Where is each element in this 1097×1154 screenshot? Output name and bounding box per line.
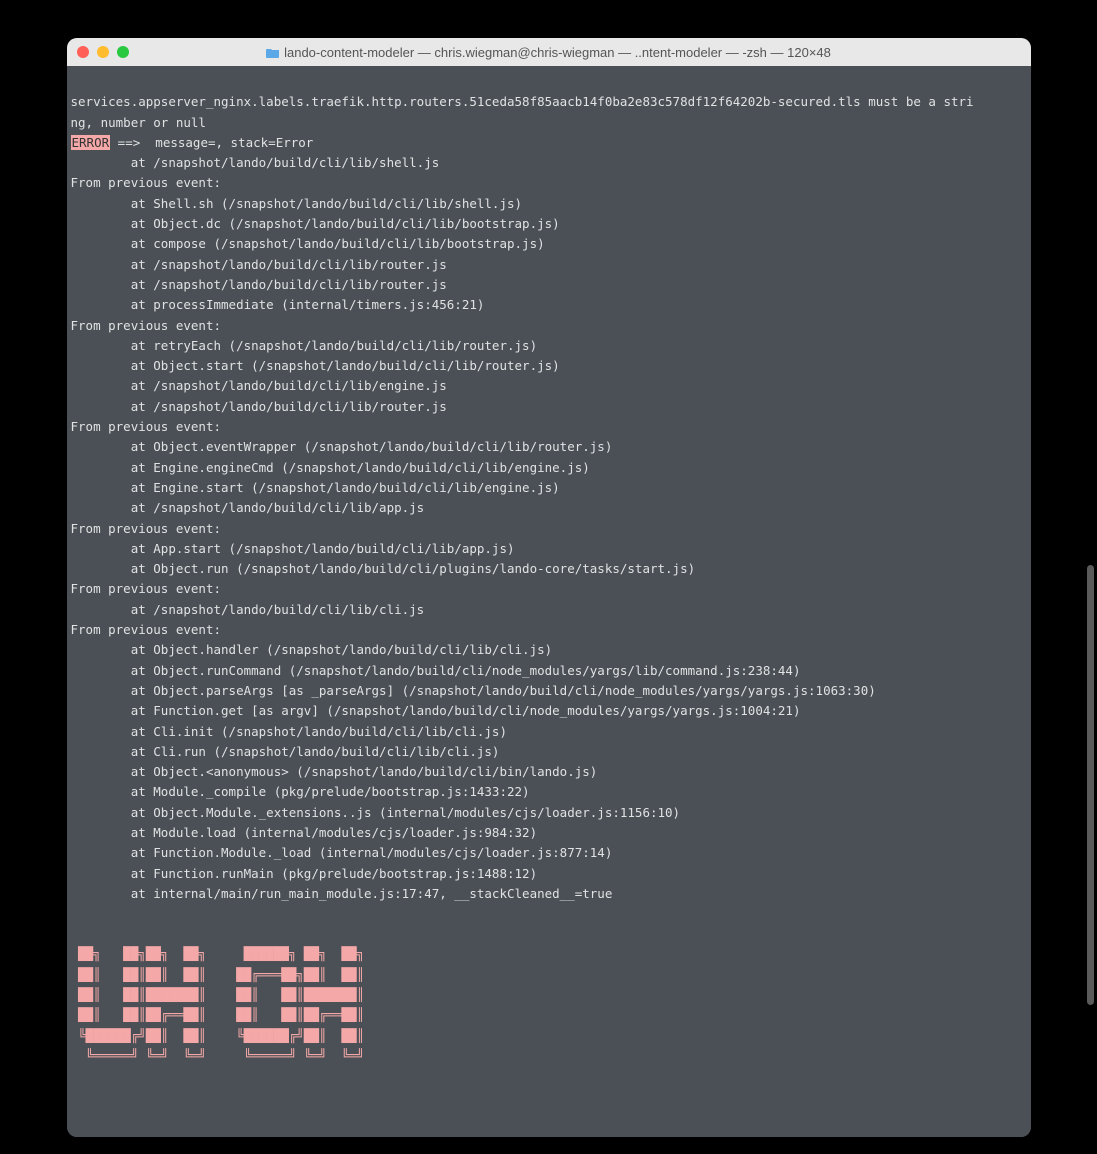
output-line: ==> message=, stack=Error xyxy=(110,135,313,150)
stack-trace: at /snapshot/lando/build/cli/lib/shell.j… xyxy=(71,153,1027,904)
output-line: ng, number or null xyxy=(71,115,206,130)
window-title: lando-content-modeler — chris.wiegman@ch… xyxy=(67,45,1031,60)
uh-oh-ascii-art: ██╗ ██╗██╗ ██╗ ██████╗ ██╗ ██╗ ██║ ██║██… xyxy=(71,944,1027,1066)
terminal-body[interactable]: services.appserver_nginx.labels.traefik.… xyxy=(67,66,1031,1137)
titlebar: lando-content-modeler — chris.wiegman@ch… xyxy=(67,38,1031,66)
error-badge: ERROR xyxy=(71,135,111,150)
window-title-text: lando-content-modeler — chris.wiegman@ch… xyxy=(284,45,831,60)
folder-icon xyxy=(266,47,280,58)
terminal-window: lando-content-modeler — chris.wiegman@ch… xyxy=(67,38,1031,1137)
output-line: services.appserver_nginx.labels.traefik.… xyxy=(71,94,974,109)
